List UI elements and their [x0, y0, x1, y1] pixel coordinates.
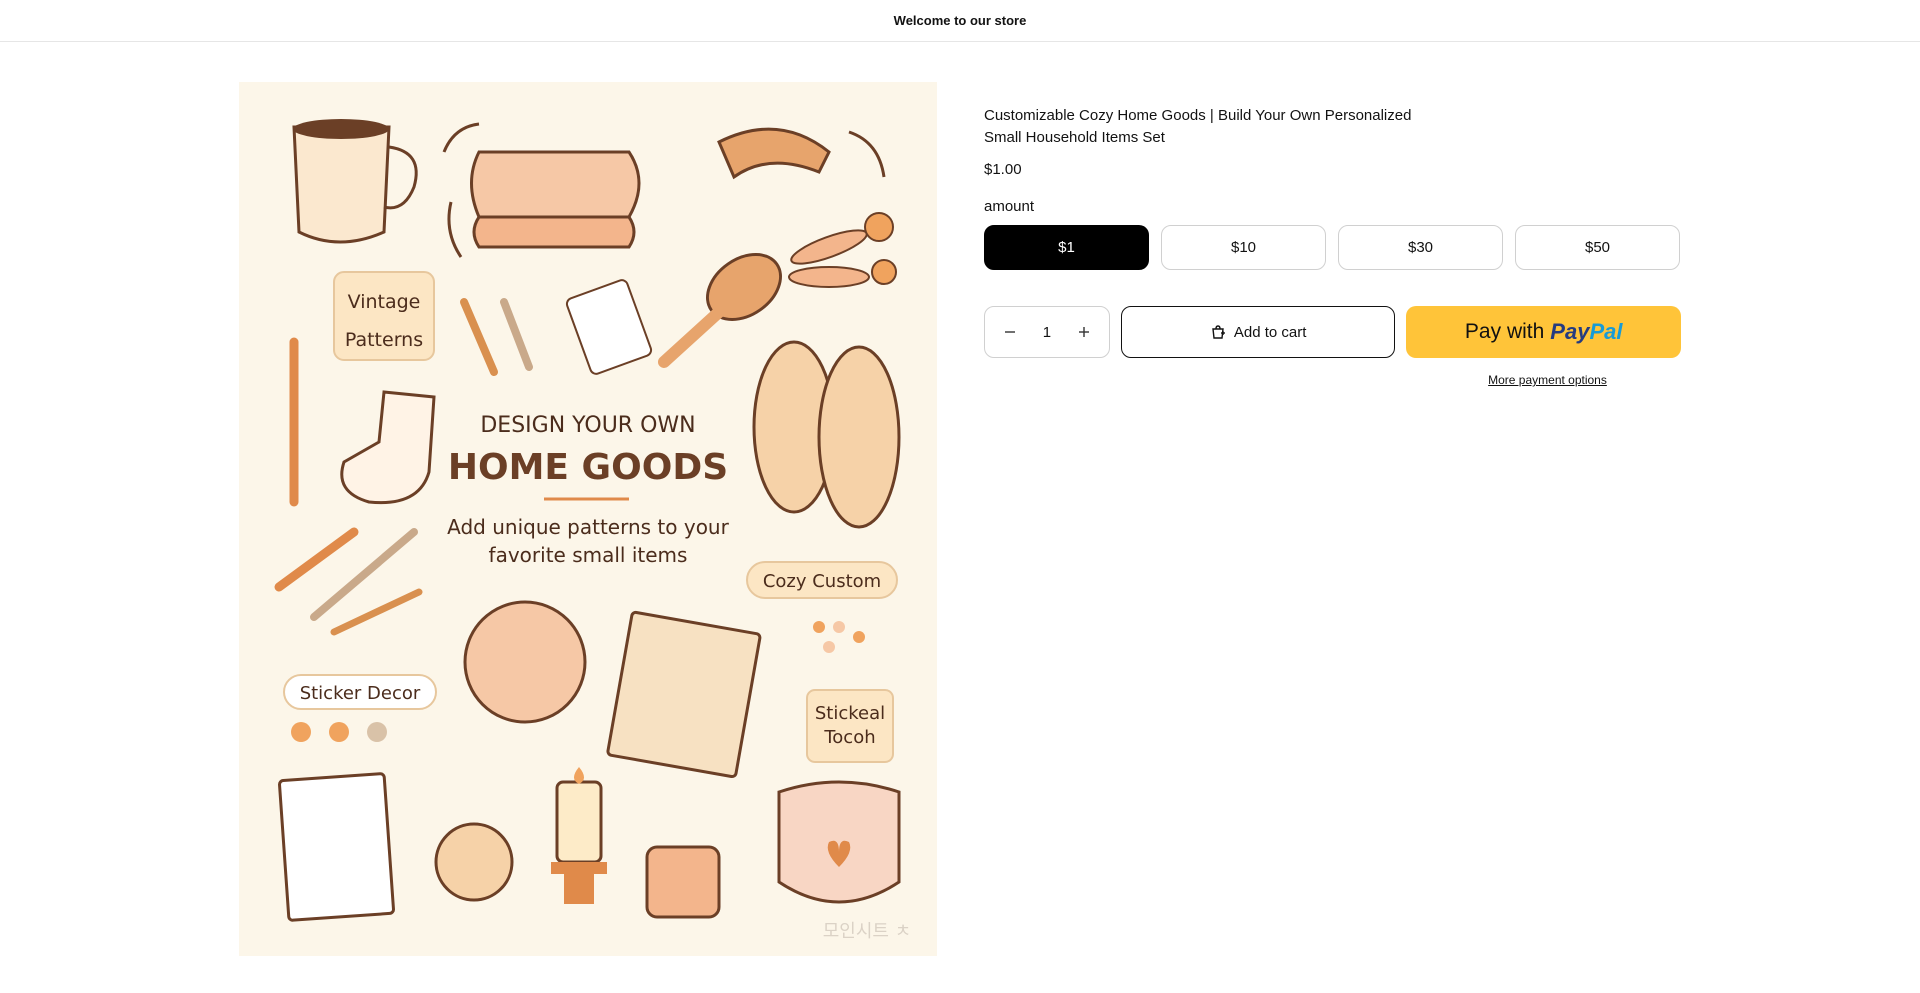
- cart-icon: [1212, 325, 1225, 339]
- quantity-input[interactable]: 1: [1043, 324, 1051, 341]
- notebook-illustration: [606, 610, 762, 779]
- add-to-cart-label: Add to cart: [1233, 323, 1307, 341]
- tealight-illustration: [645, 845, 721, 919]
- product-image[interactable]: Vintage Patterns DESIGN YOUR OWN HOME GO…: [239, 82, 937, 956]
- product-title: Customizable Cozy Home Goods | Build You…: [984, 107, 1412, 146]
- quantity-decrease-button[interactable]: [997, 319, 1023, 345]
- hearts-row-illustration: [291, 722, 387, 742]
- variant-label: amount: [984, 198, 1035, 215]
- variant-pill-1[interactable]: $1: [984, 225, 1149, 270]
- watermark-text: 모인시트 ㅊ: [823, 921, 912, 942]
- variant-pill-50[interactable]: $50: [1515, 225, 1680, 270]
- heading-small-text: DESIGN YOUR OWN: [480, 413, 695, 438]
- subtitle-line-2: favorite small items: [489, 543, 688, 567]
- coaster-illustration: [463, 600, 587, 724]
- more-payment-options-link[interactable]: More payment options: [1410, 373, 1685, 387]
- svg-text:Stickeal: Stickeal: [815, 703, 885, 724]
- variant-pills: $1 $10 $30 $50: [984, 225, 1681, 270]
- tag-stickeal: [806, 689, 894, 763]
- announcement-bar: Welcome to our store: [0, 0, 1920, 42]
- ornament-illustration: [434, 822, 514, 902]
- quantity-increase-button[interactable]: [1071, 319, 1097, 345]
- pouch-illustration: [777, 780, 901, 904]
- svg-text:Vintage: Vintage: [348, 291, 421, 313]
- variant-pill-30[interactable]: $30: [1338, 225, 1503, 270]
- variant-pill-10[interactable]: $10: [1161, 225, 1326, 270]
- quantity-stepper: 1: [984, 306, 1110, 358]
- subtitle-line-1: Add unique patterns to your: [447, 515, 729, 539]
- product-price: $1.00: [984, 161, 1022, 178]
- plus-icon: [1078, 327, 1089, 337]
- buy-row: 1 Add to cart Pay with PayPal: [984, 306, 1681, 358]
- svg-text:Cozy Custom: Cozy Custom: [763, 571, 881, 592]
- blanket-illustration: [470, 150, 641, 249]
- notepad-illustration: [278, 772, 395, 922]
- svg-text:Sticker Decor: Sticker Decor: [300, 683, 421, 704]
- paypal-logo: PayPal: [1550, 319, 1623, 344]
- svg-text:Tocoh: Tocoh: [823, 727, 875, 748]
- paypal-button[interactable]: Pay with PayPal: [1406, 306, 1681, 358]
- announcement-text: Welcome to our store: [893, 13, 1027, 28]
- add-to-cart-button[interactable]: Add to cart: [1120, 306, 1396, 358]
- paypal-prefix: Pay with: [1464, 320, 1545, 343]
- heading-big-text: HOME GOODS: [448, 447, 728, 488]
- minus-icon: [1005, 331, 1015, 333]
- product-info: Customizable Cozy Home Goods | Build You…: [984, 105, 1681, 387]
- svg-text:Patterns: Patterns: [345, 329, 423, 351]
